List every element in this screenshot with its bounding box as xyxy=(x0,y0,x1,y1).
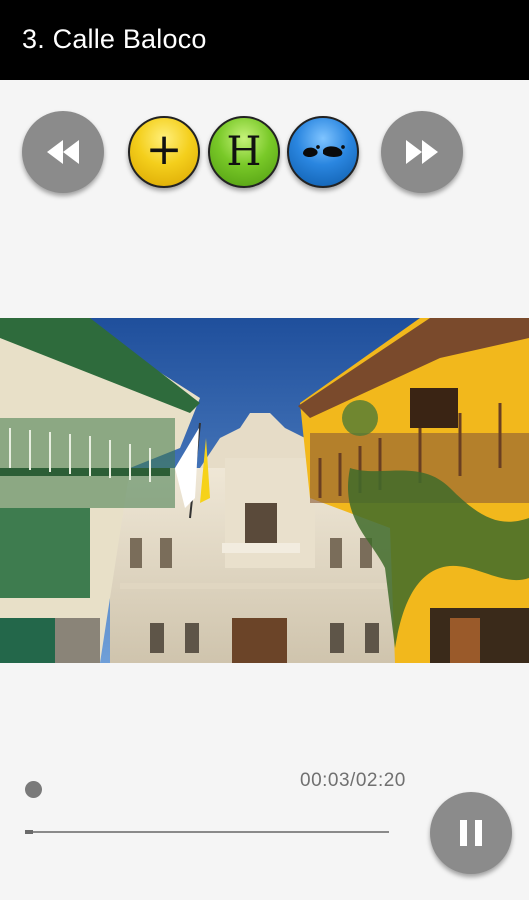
indicator-dot xyxy=(25,781,42,798)
playback-time: 00:03/02:20 xyxy=(300,770,406,791)
rewind-icon xyxy=(47,140,79,164)
walk-mode-button[interactable] xyxy=(287,116,359,188)
add-mode-button[interactable]: + xyxy=(128,116,200,188)
progress-fill xyxy=(25,830,33,834)
plus-icon: + xyxy=(145,124,183,175)
pause-button[interactable] xyxy=(430,792,512,874)
title-bar: 3. Calle Baloco xyxy=(0,0,529,80)
h-letter-icon: H xyxy=(226,129,262,175)
fast-forward-icon xyxy=(406,140,438,164)
footprints-icon xyxy=(303,145,345,158)
page-title: 3. Calle Baloco xyxy=(22,24,207,54)
pause-icon xyxy=(460,820,482,846)
fast-forward-button[interactable] xyxy=(381,111,463,193)
history-mode-button[interactable]: H xyxy=(208,116,280,188)
rewind-button[interactable] xyxy=(22,111,104,193)
street-photo xyxy=(0,318,529,663)
progress-track[interactable] xyxy=(25,830,389,834)
